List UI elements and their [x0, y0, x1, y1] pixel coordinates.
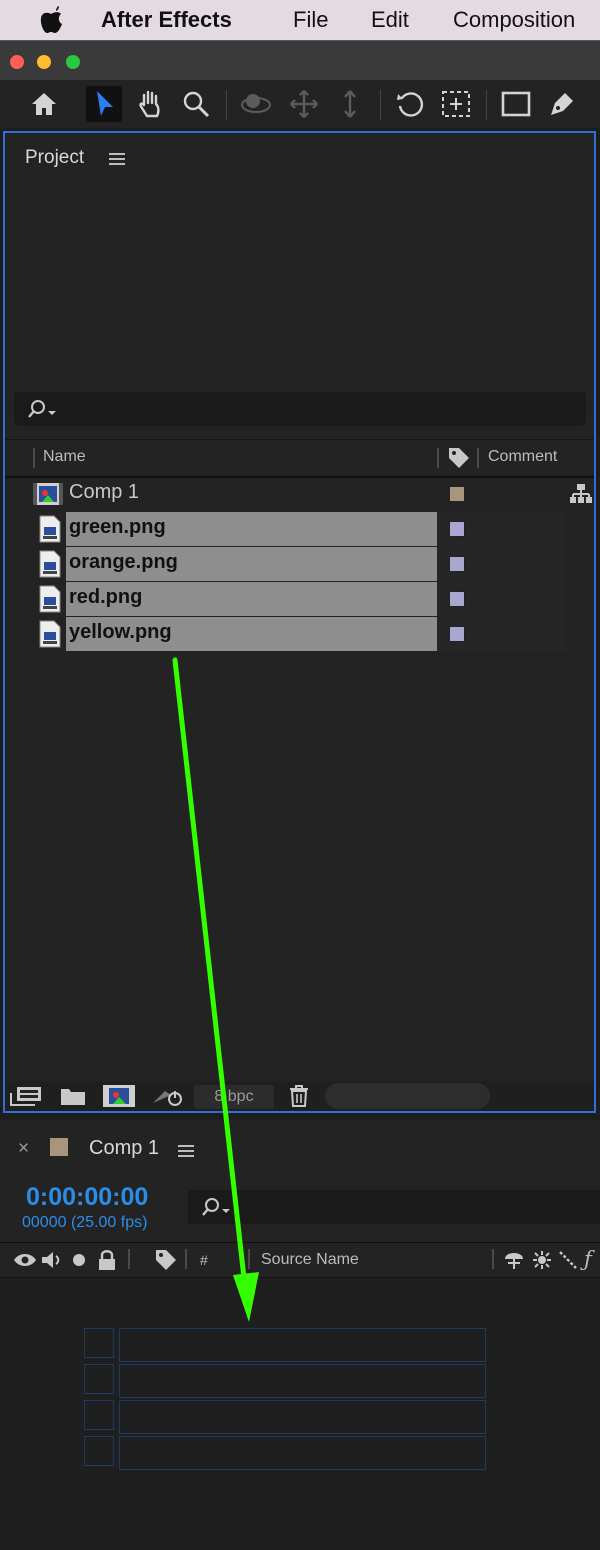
menu-file[interactable]: File — [293, 7, 328, 33]
source-name-header[interactable]: Source Name — [261, 1251, 359, 1269]
anchor-point-tool-icon[interactable] — [438, 86, 474, 122]
pen-tool-icon[interactable] — [544, 86, 580, 122]
drop-preview-layer-row — [119, 1400, 486, 1434]
current-time-display[interactable]: 0:00:00:00 — [26, 1183, 148, 1212]
panel-menu-icon[interactable] — [109, 153, 125, 165]
label-color-swatch[interactable] — [449, 486, 465, 502]
zoom-window-button[interactable] — [66, 55, 80, 69]
close-tab-icon[interactable]: × — [18, 1138, 29, 1160]
panel-menu-icon[interactable] — [178, 1145, 194, 1157]
zoom-tool-icon[interactable] — [178, 86, 214, 122]
flowchart-icon[interactable] — [569, 483, 593, 505]
new-composition-icon[interactable] — [102, 1084, 136, 1108]
search-icon — [28, 400, 56, 418]
menu-edit[interactable]: Edit — [371, 7, 409, 33]
quality-icon[interactable] — [558, 1250, 578, 1270]
project-panel: Project Name Comment Comp 1 green.png or… — [3, 131, 596, 1113]
menu-app-name[interactable]: After Effects — [101, 7, 232, 33]
project-item-name: green.png — [69, 516, 166, 538]
dolly-camera-icon[interactable] — [332, 86, 368, 122]
collapse-transform-icon[interactable] — [532, 1250, 552, 1270]
project-column-header: Name Comment — [5, 439, 594, 478]
project-item-comp-1[interactable]: Comp 1 — [5, 477, 565, 511]
home-icon[interactable] — [26, 86, 62, 122]
project-settings-icon[interactable] — [151, 1085, 187, 1107]
drop-preview-layer-row — [119, 1328, 486, 1362]
project-search-input[interactable] — [14, 392, 586, 426]
frame-rate-display: 00000 (25.00 fps) — [22, 1214, 148, 1231]
drop-preview-label-box — [84, 1364, 114, 1394]
eye-icon[interactable] — [13, 1252, 37, 1268]
layer-drop-area[interactable] — [0, 1278, 600, 1550]
rotation-tool-icon[interactable] — [392, 86, 428, 122]
apple-icon[interactable] — [38, 6, 64, 34]
project-item-name: orange.png — [69, 551, 178, 573]
project-item-yellow-png[interactable]: yellow.png — [5, 617, 565, 651]
column-comment-header[interactable]: Comment — [488, 448, 557, 466]
rectangle-tool-icon[interactable] — [498, 86, 534, 122]
png-file-icon — [39, 550, 61, 578]
orbit-camera-icon[interactable] — [238, 86, 274, 122]
audio-icon[interactable] — [40, 1250, 64, 1270]
thumbnail-size-slider[interactable] — [325, 1083, 490, 1109]
layer-number-header: # — [200, 1252, 208, 1268]
label-color-swatch[interactable] — [449, 591, 465, 607]
close-window-button[interactable] — [10, 55, 24, 69]
solo-icon[interactable] — [72, 1253, 86, 1267]
project-item-green-png[interactable]: green.png — [5, 512, 565, 546]
column-name-header[interactable]: Name — [43, 448, 86, 466]
timeline-tab-bar: × Comp 1 — [0, 1120, 600, 1176]
hand-tool-icon[interactable] — [132, 86, 168, 122]
shy-icon[interactable] — [502, 1249, 526, 1271]
png-file-icon — [39, 515, 61, 543]
drop-preview-label-box — [84, 1436, 114, 1466]
interpret-footage-icon[interactable] — [9, 1085, 43, 1107]
tools-bar — [0, 80, 600, 128]
lock-icon[interactable] — [97, 1249, 117, 1271]
png-file-icon — [39, 585, 61, 613]
search-icon — [202, 1198, 230, 1216]
drop-preview-label-box — [84, 1400, 114, 1430]
label-tag-icon[interactable] — [154, 1248, 178, 1272]
project-item-red-png[interactable]: red.png — [5, 582, 565, 616]
window-title-bar — [0, 40, 600, 81]
label-color-swatch[interactable] — [449, 521, 465, 537]
effects-fx-icon[interactable]: ƒ — [584, 1247, 592, 1271]
comp-label-swatch — [50, 1138, 68, 1156]
pan-camera-icon[interactable] — [286, 86, 322, 122]
menu-bar: After Effects File Edit Composition — [0, 0, 600, 40]
project-panel-title: Project — [25, 147, 85, 168]
bit-depth-button[interactable]: 8 bpc — [194, 1085, 274, 1109]
label-color-swatch[interactable] — [449, 556, 465, 572]
timeline-tab-comp-1[interactable]: Comp 1 — [89, 1137, 159, 1160]
drop-preview-layer-row — [119, 1364, 486, 1398]
drop-preview-layer-row — [119, 1436, 486, 1470]
new-folder-icon[interactable] — [59, 1085, 87, 1107]
project-item-name: yellow.png — [69, 621, 172, 643]
project-item-name: red.png — [69, 586, 143, 608]
project-bottom-bar: 8 bpc — [5, 1081, 594, 1111]
selection-tool-icon[interactable] — [86, 86, 122, 122]
project-item-name: Comp 1 — [69, 481, 140, 503]
timeline-search-input[interactable] — [188, 1190, 600, 1224]
label-color-swatch[interactable] — [449, 626, 465, 642]
png-file-icon — [39, 620, 61, 648]
minimize-window-button[interactable] — [37, 55, 51, 69]
project-item-orange-png[interactable]: orange.png — [5, 547, 565, 581]
menu-composition[interactable]: Composition — [453, 7, 575, 33]
label-tag-icon[interactable] — [447, 446, 471, 470]
drop-preview-label-box — [84, 1328, 114, 1358]
layer-column-header: # Source Name ƒ — [0, 1242, 600, 1279]
timeline-panel: × Comp 1 0:00:00:00 00000 (25.00 fps) # — [0, 1120, 600, 1550]
composition-icon — [33, 483, 63, 505]
trash-icon[interactable] — [288, 1084, 310, 1108]
